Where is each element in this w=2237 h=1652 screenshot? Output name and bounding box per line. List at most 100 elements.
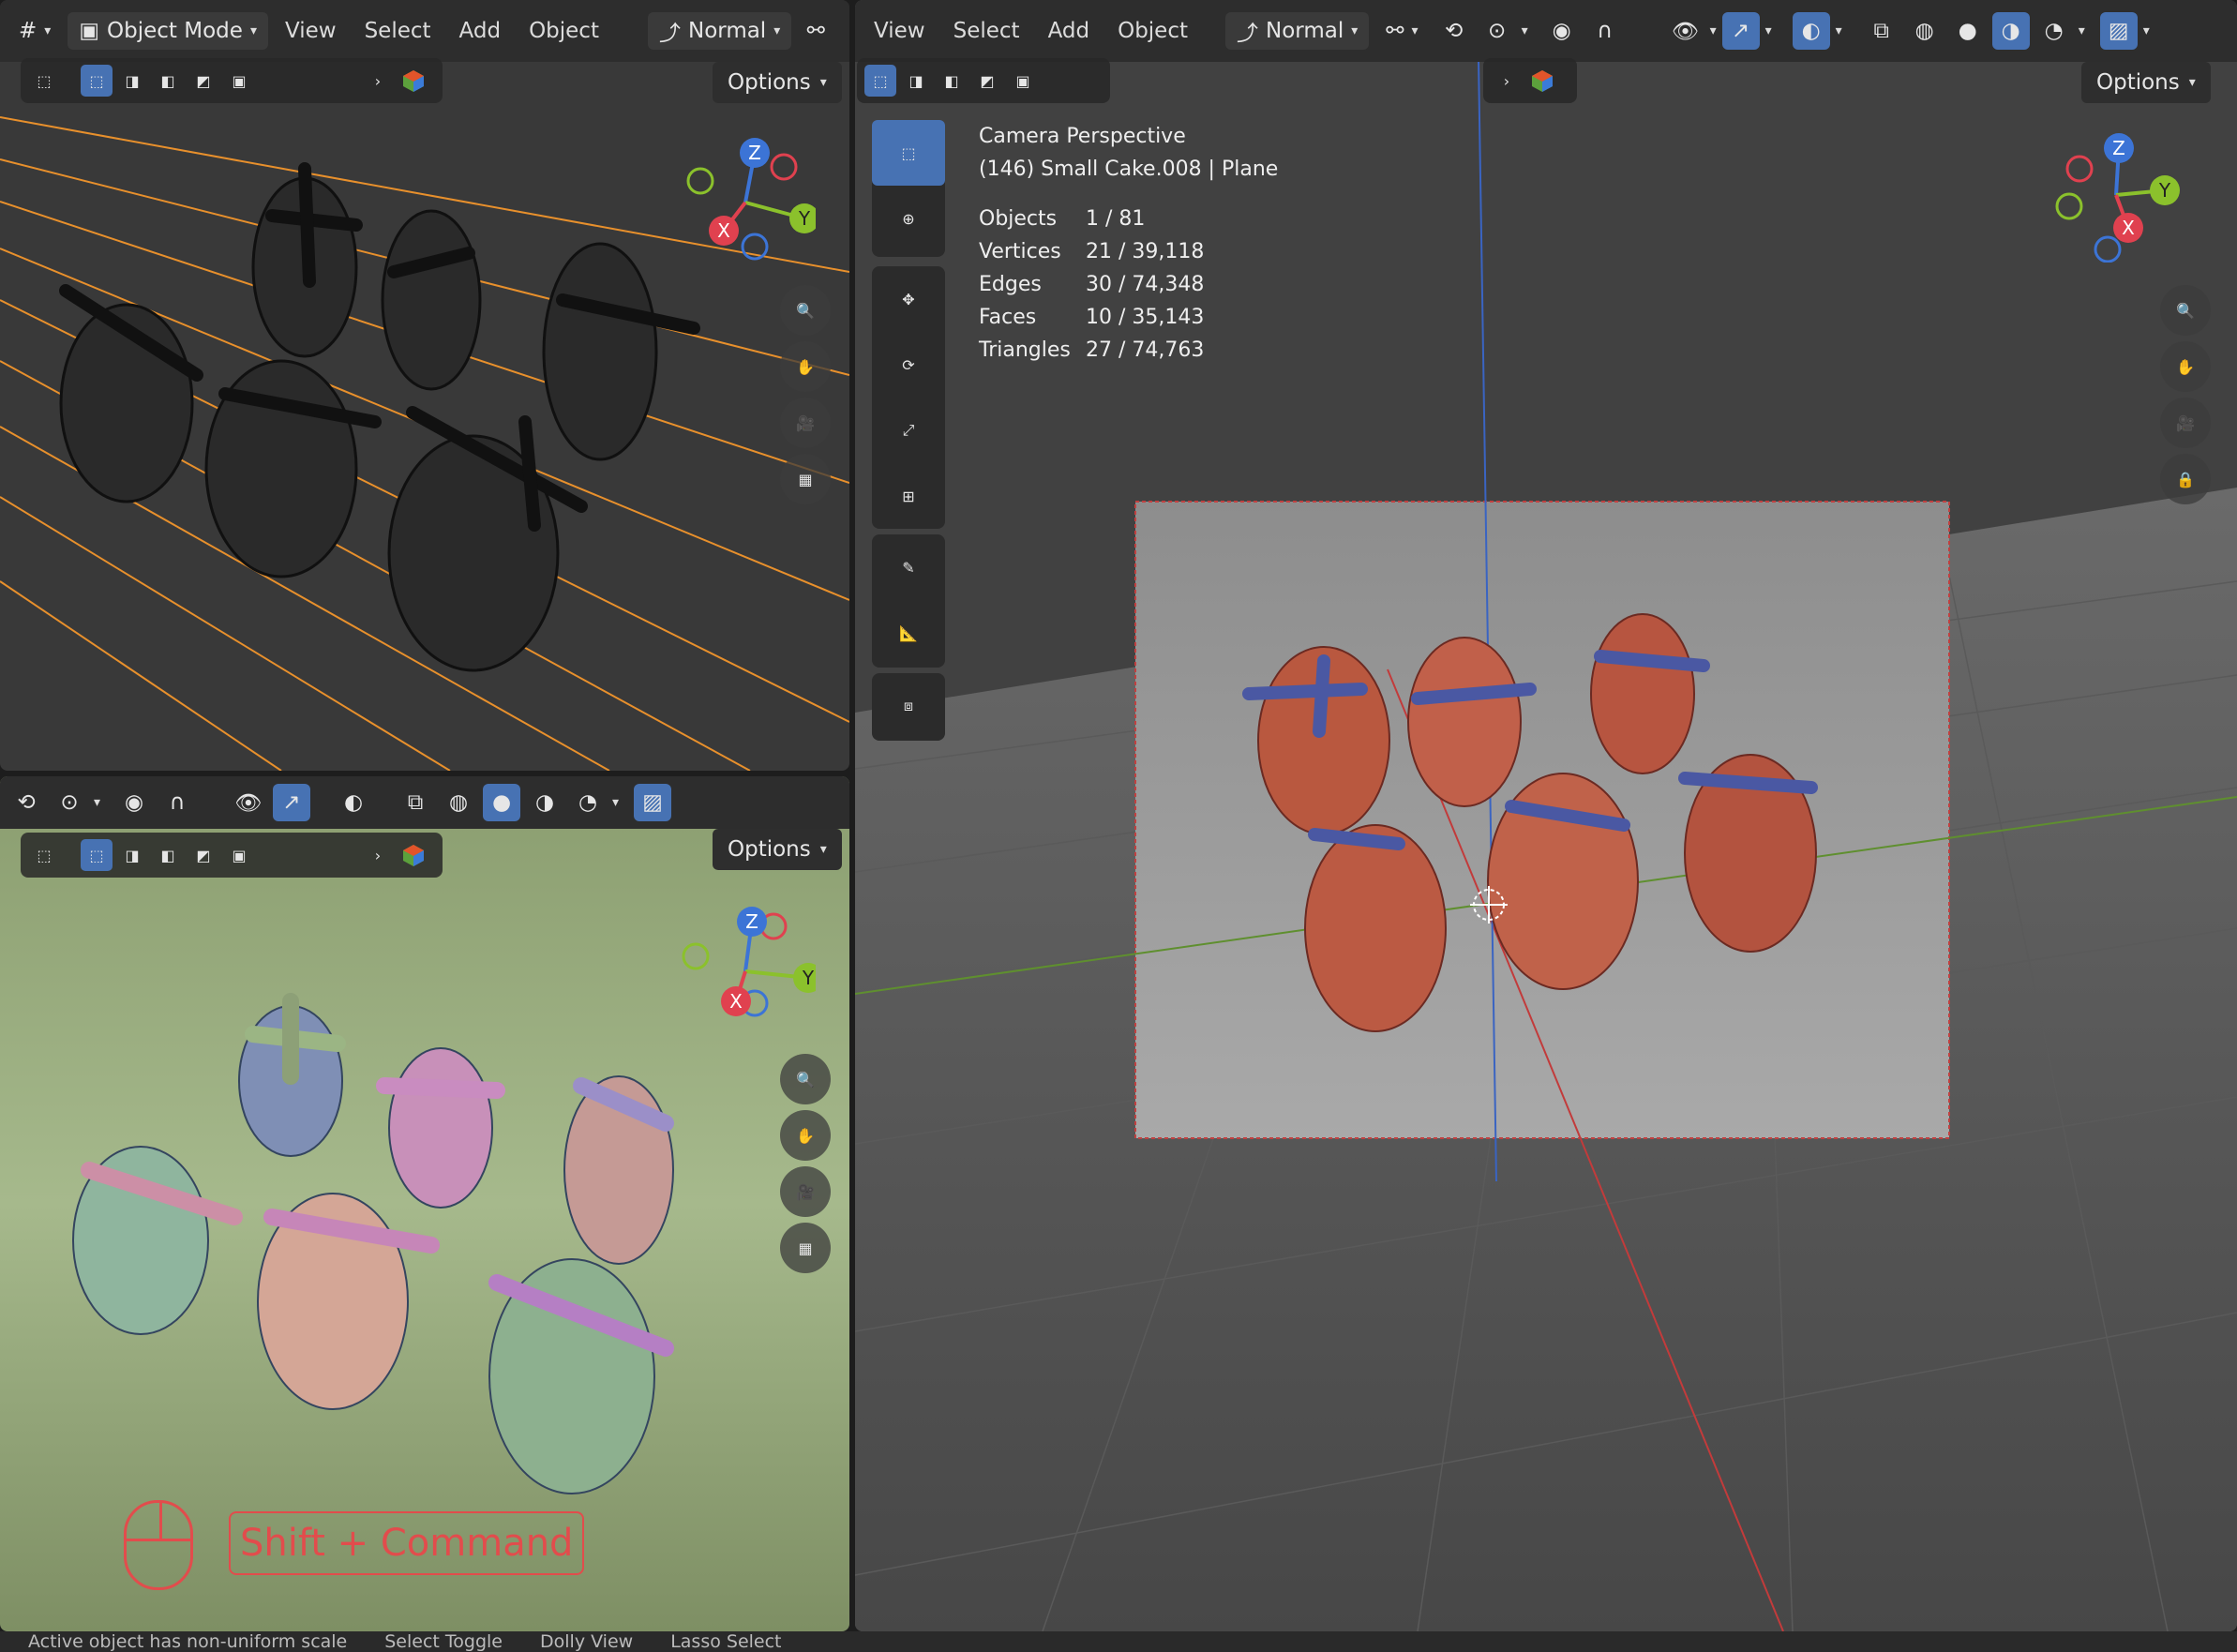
navigation-gizmo-topleft[interactable]: Z Y X — [675, 129, 816, 270]
hand-icon[interactable]: ✋ — [780, 341, 831, 392]
menu-view[interactable]: View — [274, 12, 348, 50]
stat-row: Objects 1 / 81 — [979, 207, 1146, 231]
chevron-down-icon[interactable]: ▾ — [612, 795, 619, 810]
zoom-icon[interactable]: 🔍 — [780, 1054, 831, 1104]
falloff-icon[interactable]: ◉ — [1543, 12, 1581, 50]
curve-icon[interactable]: ∩ — [1586, 12, 1624, 50]
hand-icon[interactable]: ✋ — [2160, 341, 2211, 392]
add-cube-tool-button[interactable]: ⧈ — [872, 673, 945, 739]
menu-add[interactable]: Add — [448, 12, 513, 50]
gizmo-toggle-icon[interactable]: ↗ — [273, 784, 311, 821]
select-new-icon[interactable]: ⬚ — [864, 65, 896, 97]
chevron-down-icon[interactable]: ▾ — [94, 795, 100, 810]
select-intersect-icon[interactable]: ▣ — [1007, 65, 1039, 97]
menu-object[interactable]: Object — [1106, 12, 1199, 50]
visibility-icon[interactable]: 👁 — [230, 784, 267, 821]
select-subtract-icon[interactable]: ◧ — [152, 839, 184, 871]
navigation-gizmo-bottomleft[interactable]: Z Y X — [675, 898, 816, 1039]
menu-select[interactable]: Select — [942, 12, 1031, 50]
select-tool-button[interactable]: ⬚ — [872, 120, 945, 186]
select-subtract-icon[interactable]: ◧ — [152, 65, 184, 97]
pivot-button[interactable]: ⚯ — [797, 12, 834, 50]
select-new-icon[interactable]: ⬚ — [81, 65, 113, 97]
overlay-toggle-icon[interactable]: ◐ — [335, 784, 372, 821]
move-tool-button[interactable]: ✥ — [872, 266, 945, 332]
solid-shading-icon[interactable]: ● — [1949, 12, 1987, 50]
chevron-right-icon[interactable]: › — [362, 65, 394, 97]
chevron-right-icon[interactable]: › — [1491, 65, 1523, 97]
chevron-right-icon[interactable]: › — [362, 839, 394, 871]
viewport-right[interactable]: View Select Add Object ⤴ Normal ▾ ⚯ ▾ ⟲ ⊙ ▾… — [855, 0, 2237, 1631]
rotate-tool-button[interactable]: ⟳ — [872, 332, 945, 398]
zoom-icon[interactable]: 🔍 — [780, 285, 831, 336]
camera-icon[interactable]: 🎥 — [2160, 398, 2211, 448]
menu-object[interactable]: Object — [518, 12, 610, 50]
select-subtract-icon[interactable]: ◧ — [936, 65, 968, 97]
perspective-grid-icon[interactable]: ▦ — [780, 1223, 831, 1273]
select-invert-icon[interactable]: ◩ — [188, 65, 219, 97]
chevron-down-icon[interactable]: ▾ — [2143, 23, 2150, 38]
viewport-topleft[interactable]: # ▾ ▣ Object Mode ▾ View Select Add Object … — [0, 0, 849, 771]
menu-select[interactable]: Select — [353, 12, 443, 50]
menu-add[interactable]: Add — [1037, 12, 1102, 50]
orientation-dropdown[interactable]: ⤴ Normal ▾ — [1225, 12, 1370, 50]
snap-toggle-icon[interactable]: ⟲ — [1435, 12, 1473, 50]
overlay-toggle-icon[interactable]: ◐ — [1792, 12, 1830, 50]
proportional-editing-icon[interactable]: ⊙ — [1479, 12, 1516, 50]
zoom-icon[interactable]: 🔍 — [2160, 285, 2211, 336]
rendered-shading-icon[interactable]: ◔ — [569, 784, 607, 821]
pivot-dropdown[interactable]: ⚯ ▾ — [1374, 12, 1429, 50]
options-dropdown-right[interactable]: Options ▾ — [2081, 62, 2211, 103]
menu-view[interactable]: View — [863, 12, 937, 50]
tweak-tool-icon[interactable]: ⬚ — [28, 839, 60, 871]
options-dropdown-topleft[interactable]: Options ▾ — [713, 62, 842, 103]
select-invert-icon[interactable]: ◩ — [971, 65, 1003, 97]
select-extend-icon[interactable]: ◨ — [116, 839, 148, 871]
snap-toggle-icon[interactable]: ⟲ — [8, 784, 45, 821]
camera-view-icon[interactable]: ▨ — [2099, 12, 2138, 50]
xray-icon[interactable]: ⧉ — [1863, 12, 1900, 50]
camera-icon[interactable]: 🎥 — [780, 1166, 831, 1217]
mode-dropdown[interactable]: ▣ Object Mode ▾ — [68, 12, 268, 50]
measure-tool-button[interactable]: 📐 — [872, 600, 945, 666]
visibility-icon[interactable]: 👁 — [1667, 12, 1704, 50]
gizmo-toggle-icon[interactable]: ↗ — [1721, 12, 1760, 50]
rendered-shading-icon[interactable]: ◔ — [2035, 12, 2073, 50]
xray-icon[interactable]: ⧉ — [397, 784, 434, 821]
chevron-down-icon[interactable]: ▾ — [1836, 23, 1842, 38]
annotate-tool-button[interactable]: ✎ — [872, 534, 945, 600]
scale-tool-button[interactable]: ⤢ — [872, 398, 945, 463]
chevron-down-icon: ▾ — [1351, 23, 1359, 38]
viewport-bottomleft[interactable]: ⟲ ⊙ ▾ ◉ ∩ 👁 ↗ ◐ ⧉ ◍ ● ◑ ◔ ▾ ▨ ⬚ ⬚ ◨ ◧ ◩ … — [0, 776, 849, 1631]
chevron-down-icon[interactable]: ▾ — [1710, 23, 1717, 38]
chevron-down-icon[interactable]: ▾ — [1522, 23, 1528, 38]
editor-type-button[interactable]: # ▾ — [8, 12, 62, 50]
perspective-grid-icon[interactable]: ▦ — [780, 454, 831, 504]
select-extend-icon[interactable]: ◨ — [900, 65, 932, 97]
wireframe-shading-icon[interactable]: ◍ — [440, 784, 477, 821]
navigation-gizmo-right[interactable]: Z Y X — [2046, 122, 2186, 263]
solid-shading-icon[interactable]: ● — [483, 784, 521, 821]
select-invert-icon[interactable]: ◩ — [188, 839, 219, 871]
lock-icon[interactable]: 🔒 — [2160, 454, 2211, 504]
transform-tool-button[interactable]: ⊞ — [872, 463, 945, 529]
cursor-tool-button[interactable]: ⊕ — [872, 186, 945, 251]
material-shading-icon[interactable]: ◑ — [1991, 12, 2030, 50]
wireframe-shading-icon[interactable]: ◍ — [1906, 12, 1944, 50]
select-intersect-icon[interactable]: ▣ — [223, 839, 255, 871]
hand-icon[interactable]: ✋ — [780, 1110, 831, 1161]
camera-icon[interactable]: 🎥 — [780, 398, 831, 448]
chevron-down-icon[interactable]: ▾ — [1765, 23, 1772, 38]
chevron-down-icon[interactable]: ▾ — [2079, 23, 2085, 38]
material-shading-icon[interactable]: ◑ — [526, 784, 563, 821]
falloff-icon[interactable]: ◉ — [115, 784, 153, 821]
curve-icon[interactable]: ∩ — [158, 784, 196, 821]
select-extend-icon[interactable]: ◨ — [116, 65, 148, 97]
orientation-dropdown[interactable]: ⤴ Normal ▾ — [647, 12, 792, 50]
tweak-tool-icon[interactable]: ⬚ — [28, 65, 60, 97]
camera-view-icon[interactable]: ▨ — [634, 784, 672, 821]
options-dropdown-bottomleft[interactable]: Options ▾ — [713, 829, 842, 870]
select-new-icon[interactable]: ⬚ — [81, 839, 113, 871]
proportional-editing-icon[interactable]: ⊙ — [51, 784, 88, 821]
select-intersect-icon[interactable]: ▣ — [223, 65, 255, 97]
